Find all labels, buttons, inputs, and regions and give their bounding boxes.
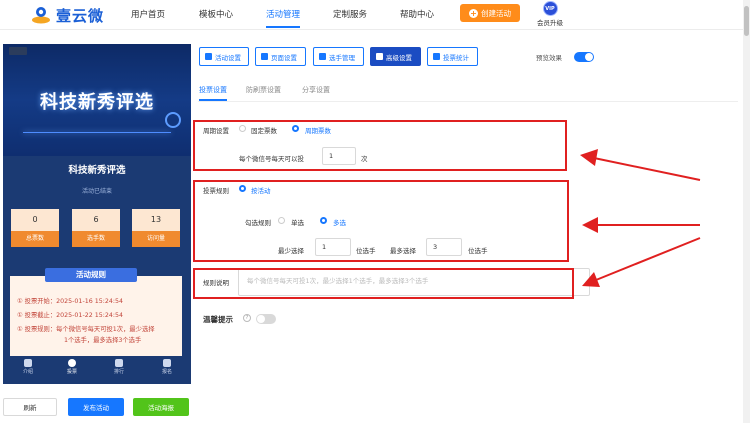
annotation-arrow <box>582 217 700 233</box>
annotation-arrow <box>582 237 701 287</box>
annotation-arrow <box>580 149 701 181</box>
scrollbar-thumb[interactable] <box>744 6 749 36</box>
scrollbar[interactable] <box>743 0 750 423</box>
annotation-arrows <box>580 149 701 287</box>
